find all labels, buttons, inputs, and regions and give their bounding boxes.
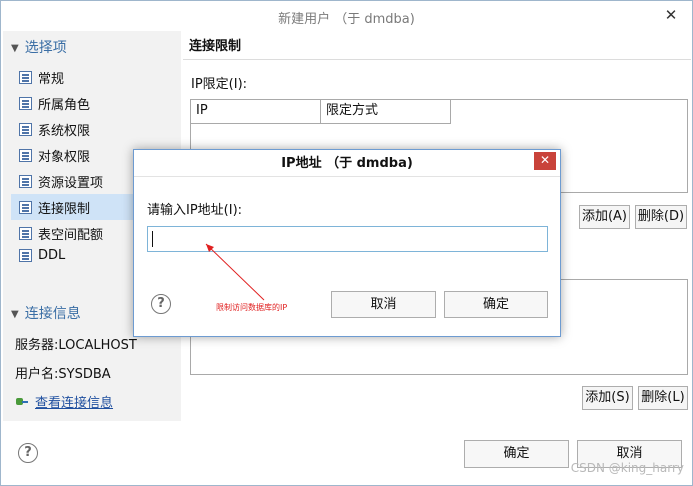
connection-icon [15, 396, 29, 408]
delete-ip-button[interactable]: 删除(D) [635, 205, 687, 229]
annotation-arrow [205, 243, 265, 301]
list-icon [19, 174, 32, 188]
window-close-button[interactable]: ✕ [658, 5, 684, 25]
options-section-header[interactable]: ▼ 选择项 [11, 37, 67, 57]
sidebar-item-general[interactable]: 常规 [11, 64, 179, 90]
dialog-close-button[interactable]: ✕ [534, 152, 556, 170]
collapse-triangle-icon: ▼ [11, 309, 19, 320]
sidebar-item-label: 所属角色 [38, 97, 91, 113]
watermark: CSDN @king_harry [570, 461, 684, 475]
add-ip-button[interactable]: 添加(A) [579, 205, 630, 229]
sidebar-item-label: 对象权限 [38, 149, 91, 165]
list-icon [19, 200, 32, 214]
ok-button[interactable]: 确定 [464, 440, 569, 468]
list-icon [19, 122, 32, 136]
list-icon [19, 96, 32, 110]
sidebar-item-label: 表空间配额 [38, 227, 104, 243]
connection-section-header[interactable]: ▼ 连接信息 [11, 303, 81, 323]
ip-address-dialog: IP地址 （于 dmdba) ✕ 请输入IP地址(I): 限制访问数据库的IP … [133, 149, 561, 337]
window-titlebar: 新建用户 （于 dmdba) ✕ [1, 1, 692, 31]
username-info: 用户名:SYSDBA [15, 367, 111, 382]
column-header-restriction-mode[interactable]: 限定方式 [321, 100, 451, 124]
column-header-ip[interactable]: IP [191, 100, 321, 124]
dialog-cancel-button[interactable]: 取消 [331, 291, 436, 318]
list-icon [19, 226, 32, 240]
list-icon [19, 148, 32, 162]
window-title: 新建用户 （于 dmdba) [278, 12, 415, 27]
options-header-label: 选择项 [24, 40, 67, 56]
connection-header-label: 连接信息 [24, 306, 81, 322]
ip-input-label: 请输入IP地址(I): [147, 203, 243, 218]
annotation-text: 限制访问数据库的IP [216, 303, 288, 312]
sidebar-item-label: 常规 [38, 71, 65, 87]
sidebar-item-label: DDL [38, 247, 66, 263]
sidebar-item-roles[interactable]: 所属角色 [11, 90, 179, 116]
server-info: 服务器:LOCALHOST [15, 338, 137, 353]
sidebar-item-label: 系统权限 [38, 123, 91, 139]
collapse-triangle-icon: ▼ [11, 43, 19, 54]
panel-title: 连接限制 [189, 39, 242, 54]
dialog-help-icon[interactable]: ? [151, 294, 171, 314]
list-icon [19, 248, 32, 262]
view-connection-link[interactable]: 查看连接信息 [35, 396, 113, 411]
help-icon[interactable]: ? [18, 443, 38, 463]
sidebar-item-label: 资源设置项 [38, 175, 104, 191]
delete-l-button[interactable]: 删除(L) [638, 386, 688, 410]
panel-divider [183, 59, 691, 60]
add-s-button[interactable]: 添加(S) [582, 386, 633, 410]
list-icon [19, 70, 32, 84]
dialog-title: IP地址 （于 dmdba) [134, 150, 560, 177]
text-caret [152, 231, 153, 247]
sidebar-item-system-privileges[interactable]: 系统权限 [11, 116, 179, 142]
view-connection-info[interactable]: 查看连接信息 [15, 392, 113, 411]
ip-restriction-label: IP限定(I): [191, 77, 248, 92]
dialog-ok-button[interactable]: 确定 [444, 291, 548, 318]
sidebar-item-label: 连接限制 [38, 201, 91, 217]
